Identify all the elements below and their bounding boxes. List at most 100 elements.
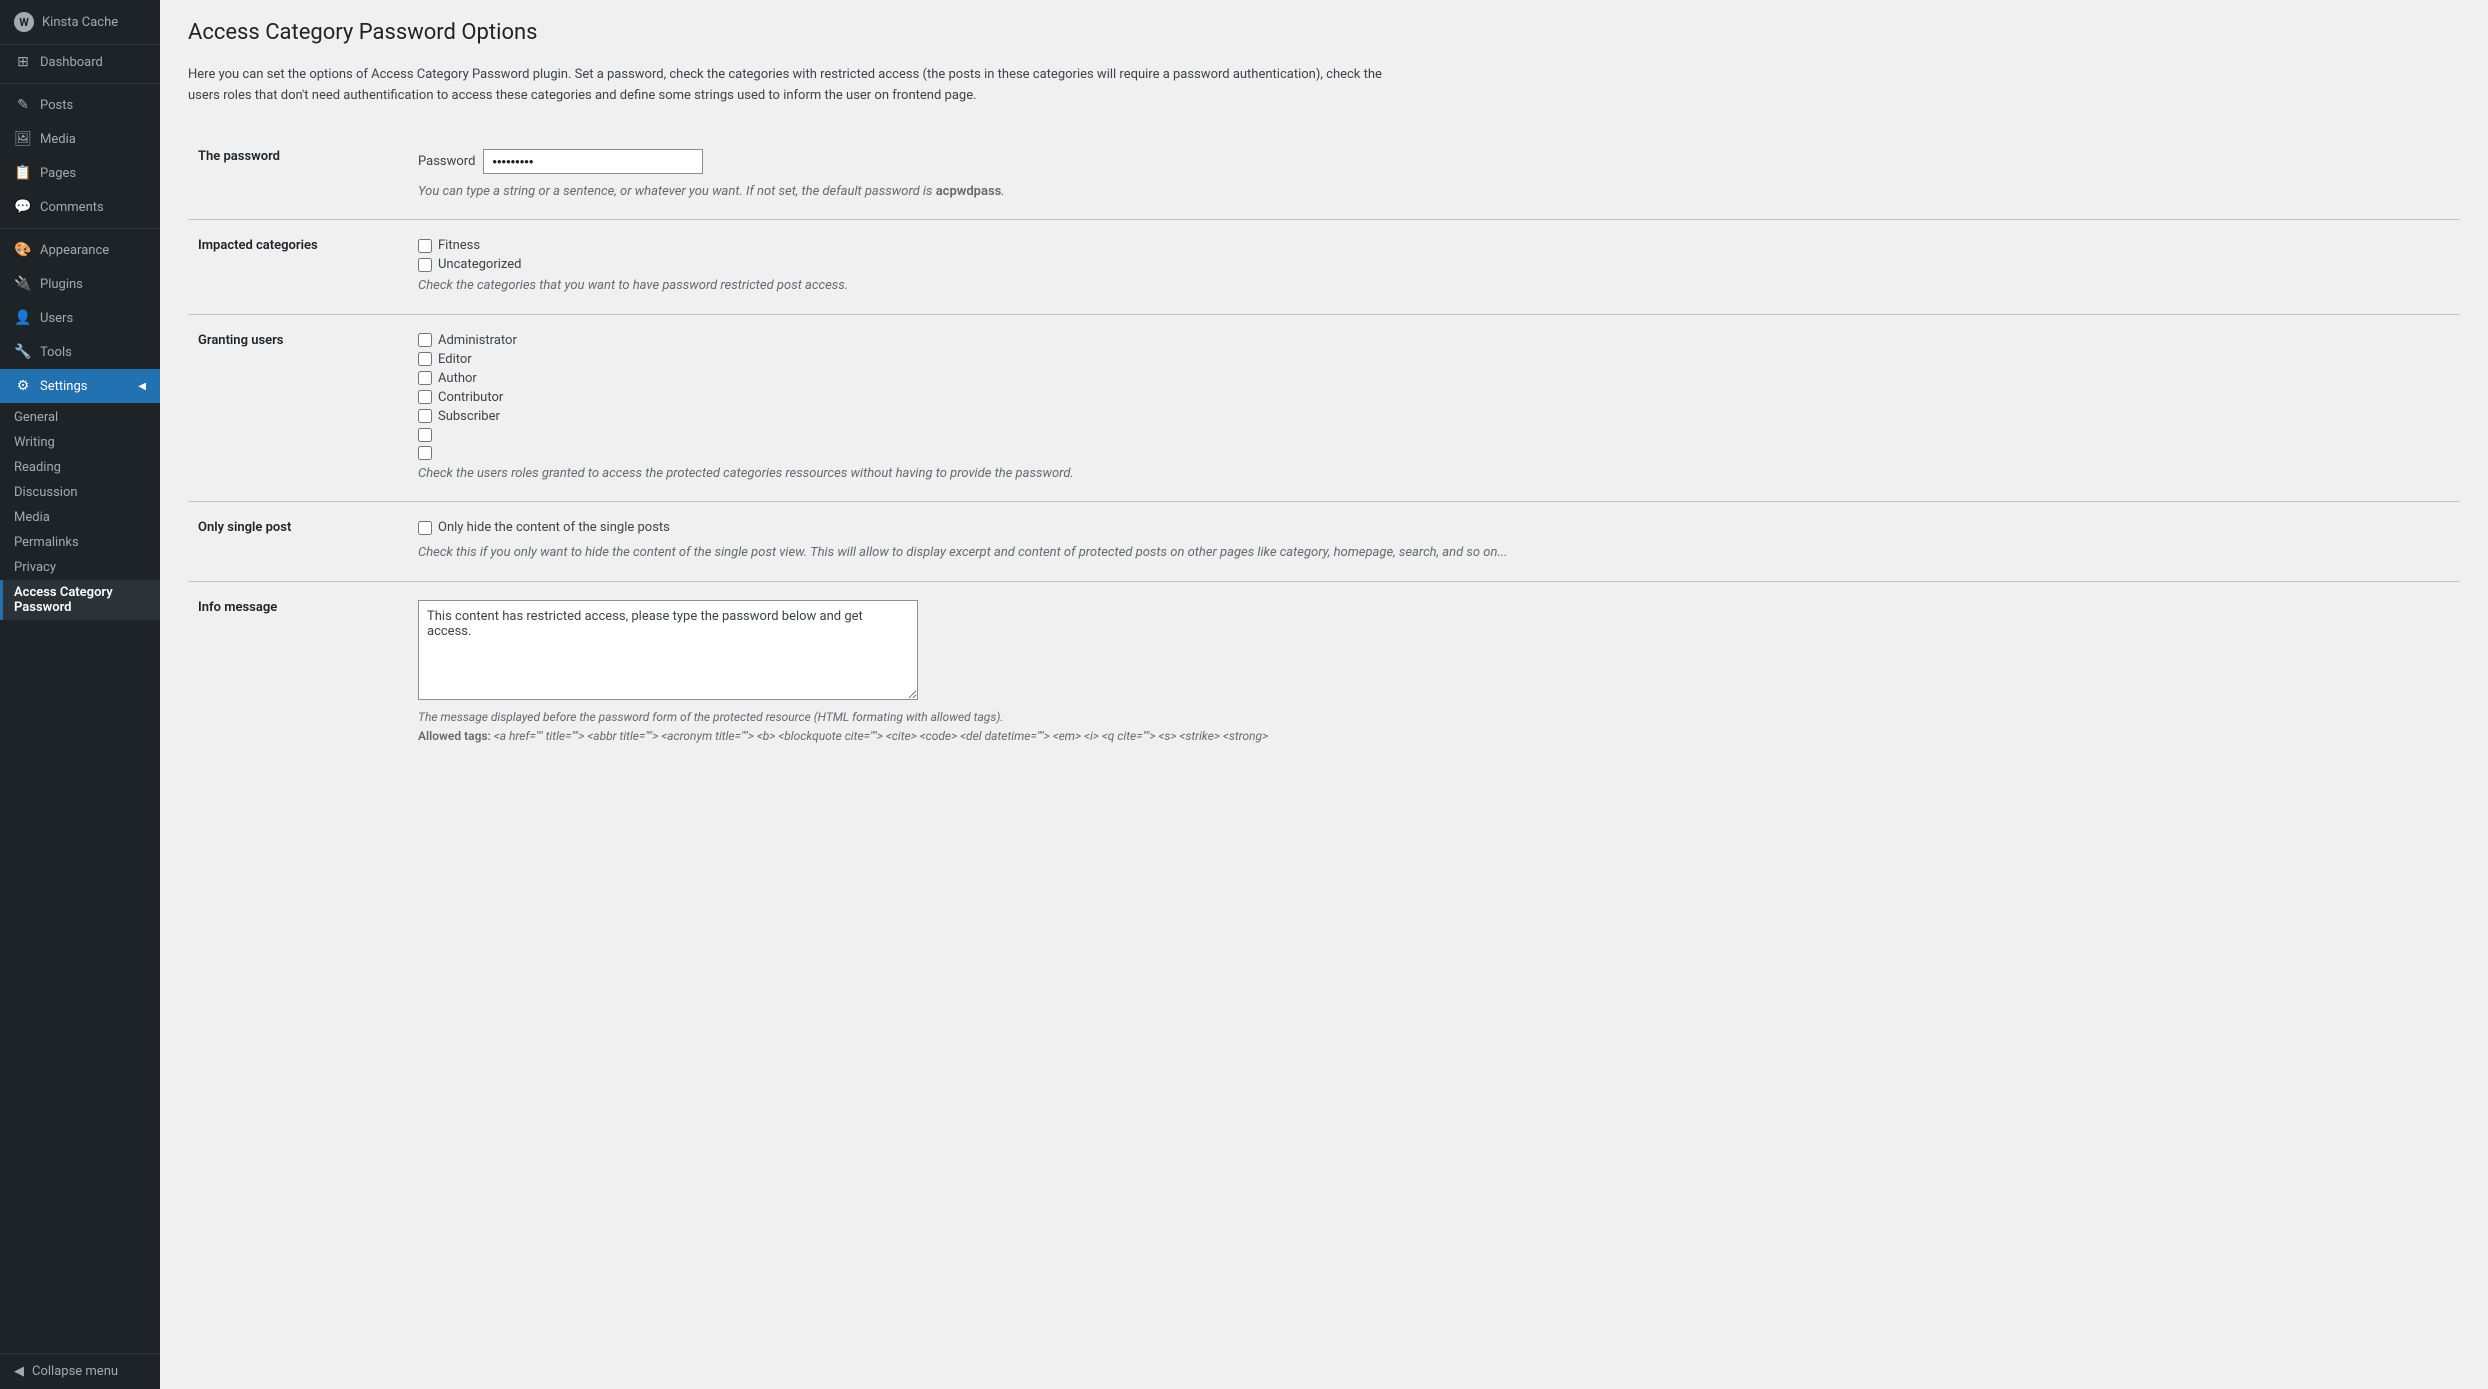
info-message-row: Info message This content has restricted… (188, 581, 2460, 764)
role-contributor[interactable]: Contributor (418, 390, 2450, 405)
dashboard-icon: ⊞ (14, 53, 32, 71)
role-subscriber[interactable]: Subscriber (418, 409, 2450, 424)
sidebar-item-pages[interactable]: 📋 Pages (0, 156, 160, 190)
info-message-content: This content has restricted access, plea… (408, 581, 2460, 764)
role-editor-label: Editor (438, 352, 472, 367)
subnav-item-discussion[interactable]: Discussion (0, 480, 160, 505)
role-administrator[interactable]: Administrator (418, 333, 2450, 348)
nav-divider-1 (0, 83, 160, 84)
role-author-label: Author (438, 371, 477, 386)
page-title: Access Category Password Options (188, 20, 2460, 45)
password-input[interactable] (483, 149, 703, 174)
main-content: Access Category Password Options Here yo… (160, 0, 2488, 1389)
sidebar-item-tools[interactable]: 🔧 Tools (0, 335, 160, 369)
category-fitness[interactable]: Fitness (418, 238, 2450, 253)
only-single-post-checkbox-label[interactable]: Only hide the content of the single post… (418, 520, 2450, 535)
collapse-label: Collapse menu (32, 1364, 118, 1379)
sidebar: W Kinsta Cache ⊞ Dashboard ✎ Posts 🖼 Med… (0, 0, 160, 1389)
options-table: The password Password You can type a str… (188, 131, 2460, 764)
category-uncategorized-label: Uncategorized (438, 257, 521, 272)
role-subscriber-label: Subscriber (438, 409, 500, 424)
role-administrator-label: Administrator (438, 333, 517, 348)
role-extra-1-checkbox[interactable] (418, 428, 432, 442)
impacted-categories-content: Fitness Uncategorized Check the categori… (408, 220, 2460, 315)
sidebar-item-label: Media (40, 132, 76, 147)
impacted-categories-label: Impacted categories (188, 220, 408, 315)
granting-users-content: Administrator Editor Author Contributor (408, 314, 2460, 502)
sidebar-item-label: Plugins (40, 277, 83, 292)
role-subscriber-checkbox[interactable] (418, 409, 432, 423)
settings-chevron-icon: ◀ (138, 381, 146, 392)
plugins-icon: 🔌 (14, 275, 32, 293)
page-description: Here you can set the options of Access C… (188, 65, 1388, 107)
category-fitness-checkbox[interactable] (418, 239, 432, 253)
category-uncategorized-checkbox[interactable] (418, 258, 432, 272)
sidebar-logo-label: Kinsta Cache (42, 15, 118, 30)
role-editor[interactable]: Editor (418, 352, 2450, 367)
default-password: acpwdpass (936, 184, 1002, 199)
roles-checkbox-group: Administrator Editor Author Contributor (418, 333, 2450, 460)
sidebar-item-label: Pages (40, 166, 76, 181)
role-administrator-checkbox[interactable] (418, 333, 432, 347)
role-extra-1[interactable] (418, 428, 2450, 442)
subnav-item-permalinks[interactable]: Permalinks (0, 530, 160, 555)
collapse-icon: ◀ (14, 1364, 24, 1379)
sidebar-item-appearance[interactable]: 🎨 Appearance (0, 233, 160, 267)
category-uncategorized[interactable]: Uncategorized (418, 257, 2450, 272)
password-content: Password You can type a string or a sent… (408, 131, 2460, 220)
role-author-checkbox[interactable] (418, 371, 432, 385)
subnav-item-privacy[interactable]: Privacy (0, 555, 160, 580)
pages-icon: 📋 (14, 164, 32, 182)
sidebar-logo: W Kinsta Cache (0, 0, 160, 45)
sidebar-item-label: Appearance (40, 243, 109, 258)
role-contributor-checkbox[interactable] (418, 390, 432, 404)
password-label: The password (188, 131, 408, 220)
role-extra-2[interactable] (418, 446, 2450, 460)
settings-icon: ⚙ (14, 377, 32, 395)
sidebar-item-label: Dashboard (40, 55, 103, 70)
sidebar-item-label: Tools (40, 345, 72, 360)
sidebar-item-posts[interactable]: ✎ Posts (0, 88, 160, 122)
role-contributor-label: Contributor (438, 390, 503, 405)
only-single-post-checkbox[interactable] (418, 521, 432, 535)
subnav-item-access-category-password[interactable]: Access Category Password (0, 580, 160, 620)
password-field-row: Password (418, 149, 2450, 174)
posts-icon: ✎ (14, 96, 32, 114)
sidebar-item-users[interactable]: 👤 Users (0, 301, 160, 335)
only-single-post-hint: Check this if you only want to hide the … (418, 543, 2450, 563)
sidebar-item-dashboard[interactable]: ⊞ Dashboard (0, 45, 160, 79)
categories-hint: Check the categories that you want to ha… (418, 276, 2450, 296)
info-message-textarea[interactable]: This content has restricted access, plea… (418, 600, 918, 700)
sidebar-item-plugins[interactable]: 🔌 Plugins (0, 267, 160, 301)
role-extra-2-checkbox[interactable] (418, 446, 432, 460)
category-fitness-label: Fitness (438, 238, 480, 253)
sidebar-item-comments[interactable]: 💬 Comments (0, 190, 160, 224)
only-single-post-row: Only single post Only hide the content o… (188, 502, 2460, 582)
subnav-item-writing[interactable]: Writing (0, 430, 160, 455)
users-icon: 👤 (14, 309, 32, 327)
sidebar-settings-label: Settings (40, 379, 87, 394)
wp-logo-icon: W (14, 12, 34, 32)
settings-subnav: General Writing Reading Discussion Media… (0, 403, 160, 622)
granting-users-hint: Check the users roles granted to access … (418, 464, 2450, 484)
sidebar-item-media[interactable]: 🖼 Media (0, 122, 160, 156)
sidebar-item-label: Users (40, 311, 73, 326)
sidebar-item-label: Posts (40, 98, 73, 113)
role-editor-checkbox[interactable] (418, 352, 432, 366)
password-row: The password Password You can type a str… (188, 131, 2460, 220)
role-author[interactable]: Author (418, 371, 2450, 386)
nav-divider-2 (0, 228, 160, 229)
granting-users-row: Granting users Administrator Editor Auth… (188, 314, 2460, 502)
only-single-post-checkbox-text: Only hide the content of the single post… (438, 520, 670, 535)
password-field-label: Password (418, 154, 475, 169)
collapse-menu-button[interactable]: ◀ Collapse menu (0, 1353, 160, 1389)
sidebar-item-settings[interactable]: ⚙ Settings ◀ (0, 369, 160, 403)
subnav-item-media[interactable]: Media (0, 505, 160, 530)
sidebar-item-label: Comments (40, 200, 104, 215)
subnav-item-reading[interactable]: Reading (0, 455, 160, 480)
categories-checkbox-group: Fitness Uncategorized (418, 238, 2450, 272)
password-hint: You can type a string or a sentence, or … (418, 182, 2450, 202)
only-single-post-content: Only hide the content of the single post… (408, 502, 2460, 582)
media-icon: 🖼 (14, 130, 32, 148)
subnav-item-general[interactable]: General (0, 405, 160, 430)
